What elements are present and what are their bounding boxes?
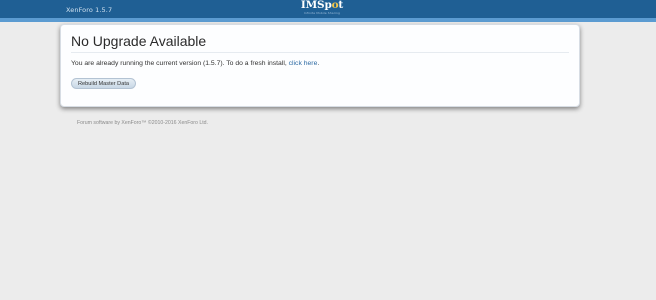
header-accent-stripe bbox=[0, 18, 656, 22]
status-message: You are already running the current vers… bbox=[71, 60, 319, 67]
title-divider bbox=[71, 52, 569, 53]
message-text: You are already running the current vers… bbox=[71, 60, 289, 67]
top-header-bar: XenForo 1.5.7 IMSpot Infinite Mobile Sha… bbox=[0, 0, 656, 18]
logo-tagline: Infinite Mobile Sharing bbox=[304, 11, 340, 15]
rebuild-master-data-button[interactable]: Rebuild Master Data bbox=[71, 78, 136, 89]
page-title: No Upgrade Available bbox=[71, 33, 207, 49]
fresh-install-link[interactable]: click here bbox=[289, 60, 318, 67]
upgrade-panel: No Upgrade Available You are already run… bbox=[60, 24, 580, 107]
logo-text: IMSpot bbox=[300, 0, 344, 11]
message-end: . bbox=[317, 60, 320, 67]
footer-copyright: Forum software by XenForo™ ©2010-2016 Xe… bbox=[77, 120, 208, 126]
site-logo[interactable]: IMSpot Infinite Mobile Sharing bbox=[298, 0, 346, 18]
version-label: XenForo 1.5.7 bbox=[66, 6, 113, 14]
